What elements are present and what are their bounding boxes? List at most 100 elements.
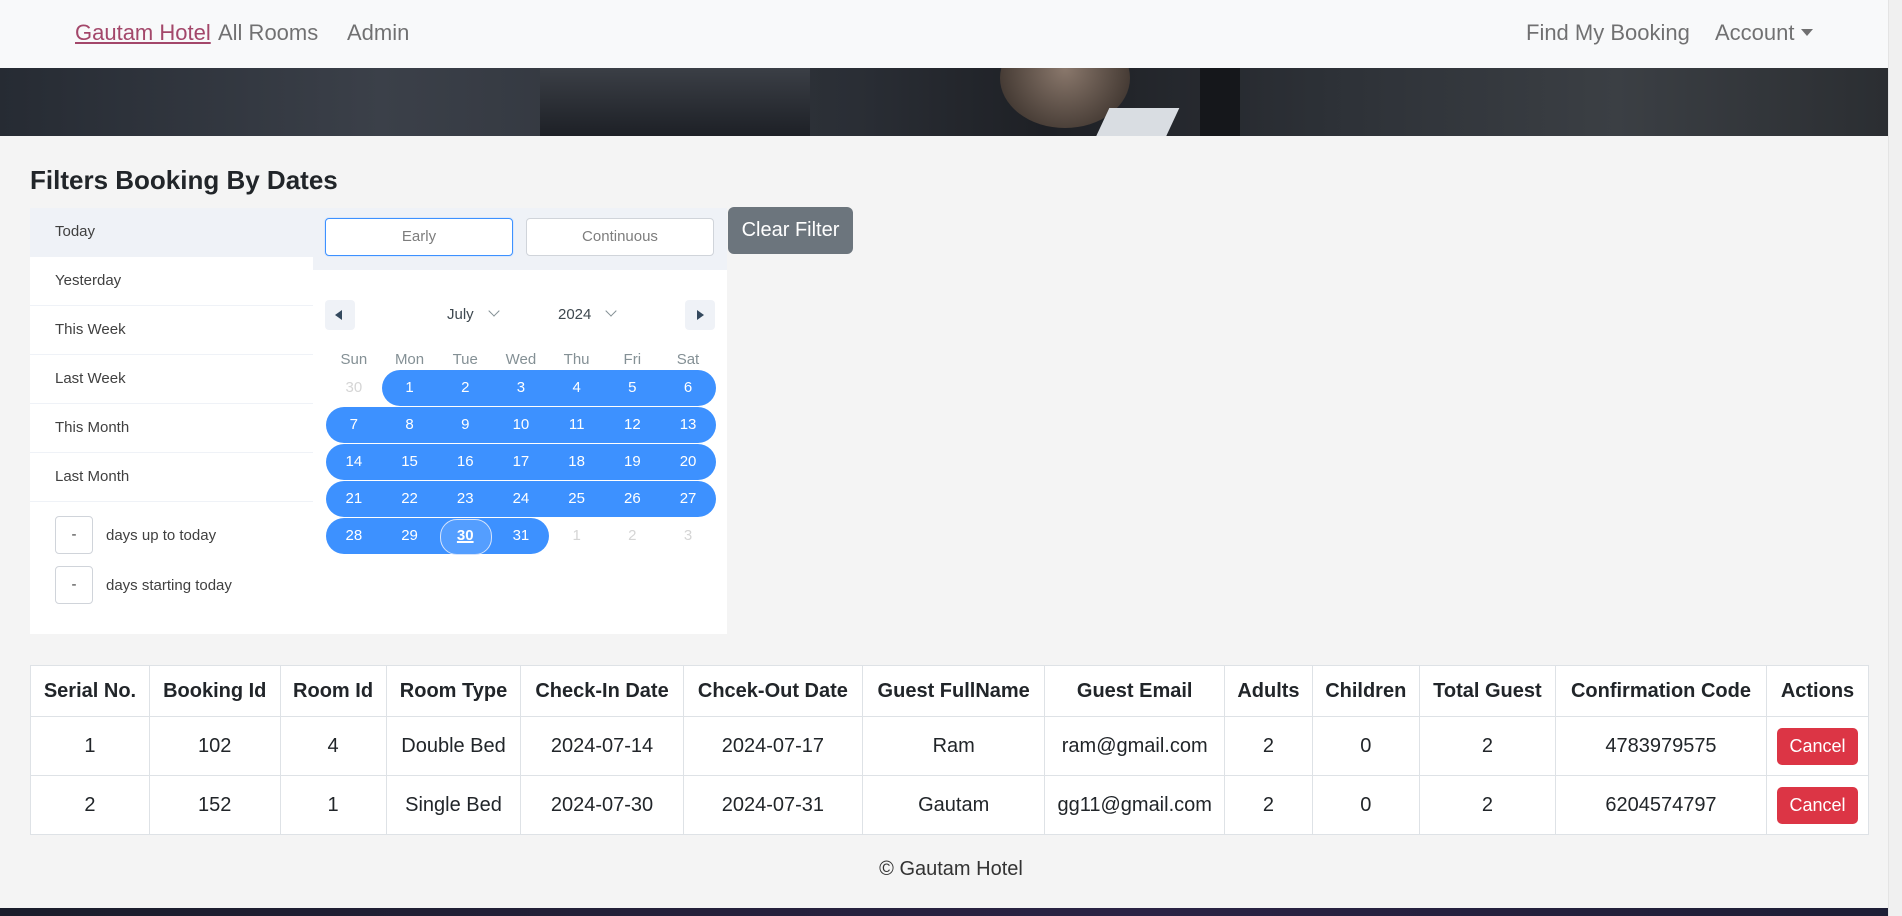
arrow-left-icon	[335, 310, 342, 320]
nav-account-dropdown[interactable]: Account	[1715, 20, 1813, 46]
calendar-day[interactable]: 20	[660, 444, 716, 480]
calendar-day[interactable]: 13	[660, 407, 716, 443]
page-scrollbar[interactable]	[1888, 0, 1902, 916]
table-cell: gg11@gmail.com	[1044, 775, 1226, 835]
calendar-day[interactable]: 24	[493, 481, 549, 517]
table-cell: 4	[279, 716, 387, 776]
calendar-day[interactable]: 1	[549, 518, 605, 554]
clear-filter-button[interactable]: Clear Filter	[728, 207, 853, 254]
range-option[interactable]: This Month	[30, 404, 313, 453]
table-cell: 2	[1224, 716, 1313, 776]
calendar-day[interactable]: 16	[437, 444, 493, 480]
days-up-to-today-label: days up to today	[106, 526, 217, 544]
table-row: 1 102 4 Double Bed 2024-07-14 2024-07-17 Ram ra…	[30, 716, 1869, 776]
brand-link[interactable]: Gautam Hotel	[75, 20, 211, 46]
column-header: Serial No.	[30, 665, 150, 717]
nav-account-label: Account	[1715, 20, 1795, 45]
calendar-day[interactable]: 31	[493, 518, 549, 554]
calendar-day[interactable]: 9	[437, 407, 493, 443]
calendar-day[interactable]: 3	[493, 370, 549, 406]
month-value: July	[447, 306, 474, 323]
table-header-row: Serial No. Booking Id Room Id Room Type Chec…	[30, 665, 1869, 717]
calendar-day[interactable]: 18	[549, 444, 605, 480]
next-month-button[interactable]	[685, 300, 715, 330]
calendar-day[interactable]: 15	[382, 444, 438, 480]
column-header: Chcek-Out Date	[682, 665, 864, 717]
year-value: 2024	[558, 306, 592, 323]
column-header: Check-In Date	[520, 665, 684, 717]
cancel-booking-button[interactable]: Cancel	[1777, 786, 1858, 824]
days-up-to-today-input[interactable]: -	[55, 516, 93, 554]
year-select[interactable]: 2024	[558, 300, 618, 330]
filter-section-title: Filters Booking By Dates	[30, 165, 338, 195]
calendar-day[interactable]: 2	[605, 518, 661, 554]
table-cell: 1	[279, 775, 387, 835]
calendar-day[interactable]: 26	[605, 481, 661, 517]
nav-find-my-booking[interactable]: Find My Booking	[1526, 20, 1690, 46]
column-header: Actions	[1766, 665, 1869, 717]
range-option[interactable]: Last Week	[30, 355, 313, 404]
calendar-day[interactable]: 3	[660, 518, 716, 554]
arrow-right-icon	[697, 310, 704, 320]
table-cell: 2024-07-31	[682, 775, 864, 835]
calendar-day[interactable]: 21	[326, 481, 382, 517]
calendar-week-row: 14 15 16 17 18 19 20	[326, 444, 716, 480]
column-header: Booking Id	[148, 665, 281, 717]
calendar-day[interactable]: 5	[605, 370, 661, 406]
calendar-day[interactable]: 30	[326, 370, 382, 406]
month-select[interactable]: July	[447, 300, 500, 330]
start-date-input[interactable]: Early	[325, 218, 513, 256]
table-cell: Ram	[862, 716, 1046, 776]
table-cell: 2024-07-14	[520, 716, 684, 776]
calendar-day[interactable]: 10	[493, 407, 549, 443]
calendar-day[interactable]: 29	[382, 518, 438, 554]
table-cell: 2	[1418, 716, 1556, 776]
cancel-booking-button[interactable]: Cancel	[1777, 727, 1858, 765]
calendar-week-row: 21 22 23 24 25 26 27	[326, 481, 716, 517]
calendar-day[interactable]: 11	[549, 407, 605, 443]
calendar-day[interactable]: 8	[382, 407, 438, 443]
weekday-label: Tue	[452, 351, 478, 368]
calendar-day[interactable]: 1	[382, 370, 438, 406]
calendar-day[interactable]: 23	[437, 481, 493, 517]
calendar-week-row: 30 1 2 3 4 5 6	[326, 370, 716, 406]
calendar-day[interactable]: 14	[326, 444, 382, 480]
calendar-day[interactable]: 25	[549, 481, 605, 517]
calendar-day[interactable]: 12	[605, 407, 661, 443]
table-cell: Double Bed	[385, 716, 522, 776]
chevron-down-icon	[605, 305, 618, 317]
calendar-day[interactable]: 7	[326, 407, 382, 443]
calendar-day[interactable]: 2	[437, 370, 493, 406]
calendar-day[interactable]: 6	[660, 370, 716, 406]
table-cell: 6204574797	[1554, 775, 1768, 835]
column-header: Guest Email	[1044, 665, 1226, 717]
calendar-day[interactable]: 28	[326, 518, 382, 554]
column-header: Confirmation Code	[1554, 665, 1768, 717]
calendar-day-today[interactable]: 30	[437, 518, 493, 554]
prev-month-button[interactable]	[325, 300, 355, 330]
actions-cell: Cancel	[1766, 775, 1869, 835]
table-cell: ram@gmail.com	[1044, 716, 1226, 776]
nav-admin[interactable]: Admin	[347, 20, 409, 46]
calendar-day[interactable]: 27	[660, 481, 716, 517]
column-header: Children	[1311, 665, 1420, 717]
table-cell: 2024-07-30	[520, 775, 684, 835]
days-up-to-today-row: - days up to today	[55, 516, 216, 554]
calendar-day[interactable]: 22	[382, 481, 438, 517]
table-cell: 2	[1418, 775, 1556, 835]
nav-all-rooms[interactable]: All Rooms	[218, 20, 318, 46]
range-option[interactable]: This Week	[30, 306, 313, 355]
calendar-day[interactable]: 4	[549, 370, 605, 406]
range-option[interactable]: Today	[30, 208, 313, 257]
end-date-input[interactable]: Continuous	[526, 218, 714, 256]
actions-cell: Cancel	[1766, 716, 1869, 776]
calendar-day[interactable]: 17	[493, 444, 549, 480]
range-option[interactable]: Yesterday	[30, 257, 313, 306]
column-header: Room Id	[279, 665, 387, 717]
weekday-label: Thu	[563, 351, 590, 368]
table-cell: 2024-07-17	[682, 716, 864, 776]
range-option[interactable]: Last Month	[30, 453, 313, 502]
days-starting-today-input[interactable]: -	[55, 566, 93, 604]
calendar-day[interactable]: 19	[605, 444, 661, 480]
table-cell: 1	[30, 716, 150, 776]
